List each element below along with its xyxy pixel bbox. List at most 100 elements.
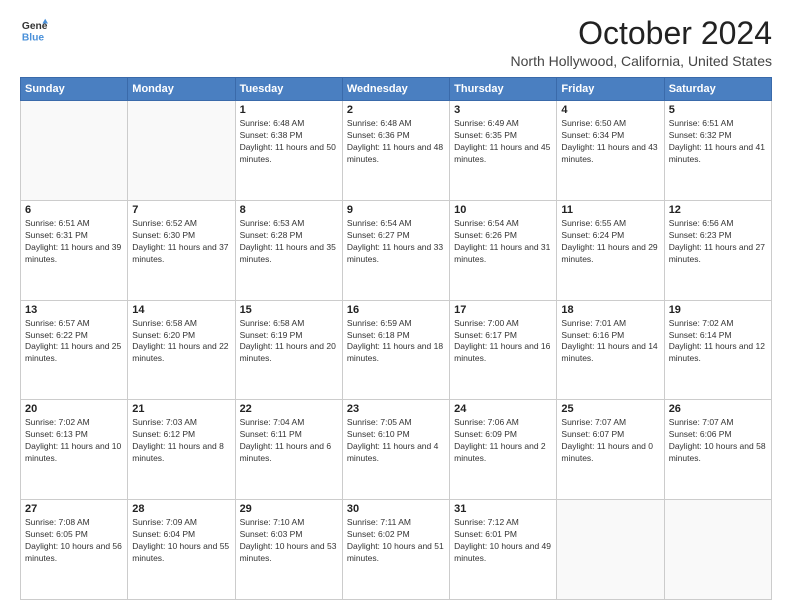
calendar-cell: 16 Sunrise: 6:59 AMSunset: 6:18 PMDayligh…: [342, 300, 449, 400]
week-row-2: 6Sunrise: 6:51 AMSunset: 6:31 PMDaylight…: [21, 200, 772, 300]
calendar-cell: 3Sunrise: 6:49 AMSunset: 6:35 PMDaylight…: [450, 101, 557, 201]
calendar-cell: 28 Sunrise: 7:09 AMSunset: 6:04 PMDayligh…: [128, 500, 235, 600]
calendar-cell: 4Sunrise: 6:50 AMSunset: 6:34 PMDaylight…: [557, 101, 664, 201]
day-number: 22: [240, 403, 338, 415]
day-number: 16: [347, 304, 445, 316]
calendar-cell: [557, 500, 664, 600]
calendar-cell: 15 Sunrise: 6:58 AMSunset: 6:19 PMDayligh…: [235, 300, 342, 400]
logo: General Blue: [20, 16, 48, 44]
page: General Blue October 2024 North Hollywoo…: [0, 0, 792, 612]
day-number: 21: [132, 403, 230, 415]
day-info: Sunrise: 6:48 AMSunset: 6:38 PMDaylight:…: [240, 118, 338, 166]
day-number: 9: [347, 204, 445, 216]
calendar-cell: 21 Sunrise: 7:03 AMSunset: 6:12 PMDayligh…: [128, 400, 235, 500]
calendar-cell: 9 Sunrise: 6:54 AMSunset: 6:27 PMDaylight…: [342, 200, 449, 300]
calendar-cell: 10Sunrise: 6:54 AMSunset: 6:26 PMDayligh…: [450, 200, 557, 300]
calendar-cell: [664, 500, 771, 600]
day-info: Sunrise: 6:53 AMSunset: 6:28 PMDaylight:…: [240, 218, 338, 266]
calendar-cell: 23 Sunrise: 7:05 AMSunset: 6:10 PMDayligh…: [342, 400, 449, 500]
calendar-cell: 12 Sunrise: 6:56 AMSunset: 6:23 PMDayligh…: [664, 200, 771, 300]
day-number: 18: [561, 304, 659, 316]
day-info: Sunrise: 7:03 AMSunset: 6:12 PMDaylight:…: [132, 417, 230, 465]
calendar-cell: 24Sunrise: 7:06 AMSunset: 6:09 PMDayligh…: [450, 400, 557, 500]
calendar-cell: [21, 101, 128, 201]
calendar-cell: 6Sunrise: 6:51 AMSunset: 6:31 PMDaylight…: [21, 200, 128, 300]
subtitle: North Hollywood, California, United Stat…: [511, 53, 772, 69]
day-header-monday: Monday: [128, 78, 235, 101]
day-header-wednesday: Wednesday: [342, 78, 449, 101]
day-info: Sunrise: 7:12 AMSunset: 6:01 PMDaylight:…: [454, 517, 552, 565]
day-number: 4: [561, 104, 659, 116]
header: General Blue October 2024 North Hollywoo…: [20, 16, 772, 69]
day-info: Sunrise: 6:48 AMSunset: 6:36 PMDaylight:…: [347, 118, 445, 166]
calendar-cell: 13Sunrise: 6:57 AMSunset: 6:22 PMDayligh…: [21, 300, 128, 400]
day-number: 15: [240, 304, 338, 316]
day-info: Sunrise: 7:10 AMSunset: 6:03 PMDaylight:…: [240, 517, 338, 565]
day-number: 19: [669, 304, 767, 316]
day-number: 30: [347, 503, 445, 515]
calendar-cell: 31 Sunrise: 7:12 AMSunset: 6:01 PMDayligh…: [450, 500, 557, 600]
calendar-cell: 2 Sunrise: 6:48 AMSunset: 6:36 PMDaylight…: [342, 101, 449, 201]
day-info: Sunrise: 7:09 AMSunset: 6:04 PMDaylight:…: [132, 517, 230, 565]
day-info: Sunrise: 7:04 AMSunset: 6:11 PMDaylight:…: [240, 417, 338, 465]
day-info: Sunrise: 6:51 AMSunset: 6:32 PMDaylight:…: [669, 118, 767, 166]
day-info: Sunrise: 7:06 AMSunset: 6:09 PMDaylight:…: [454, 417, 552, 465]
day-info: Sunrise: 6:55 AMSunset: 6:24 PMDaylight:…: [561, 218, 659, 266]
day-number: 11: [561, 204, 659, 216]
day-header-sunday: Sunday: [21, 78, 128, 101]
week-row-4: 20Sunrise: 7:02 AMSunset: 6:13 PMDayligh…: [21, 400, 772, 500]
day-number: 1: [240, 104, 338, 116]
calendar-cell: 29 Sunrise: 7:10 AMSunset: 6:03 PMDayligh…: [235, 500, 342, 600]
calendar-cell: 26 Sunrise: 7:07 AMSunset: 6:06 PMDayligh…: [664, 400, 771, 500]
day-info: Sunrise: 6:52 AMSunset: 6:30 PMDaylight:…: [132, 218, 230, 266]
calendar-cell: 18 Sunrise: 7:01 AMSunset: 6:16 PMDayligh…: [557, 300, 664, 400]
day-number: 26: [669, 403, 767, 415]
day-header-tuesday: Tuesday: [235, 78, 342, 101]
day-info: Sunrise: 7:07 AMSunset: 6:06 PMDaylight:…: [669, 417, 767, 465]
day-info: Sunrise: 6:54 AMSunset: 6:26 PMDaylight:…: [454, 218, 552, 266]
calendar-cell: 11 Sunrise: 6:55 AMSunset: 6:24 PMDayligh…: [557, 200, 664, 300]
day-header-saturday: Saturday: [664, 78, 771, 101]
calendar-cell: 8 Sunrise: 6:53 AMSunset: 6:28 PMDaylight…: [235, 200, 342, 300]
day-number: 20: [25, 403, 123, 415]
day-number: 5: [669, 104, 767, 116]
day-number: 17: [454, 304, 552, 316]
day-info: Sunrise: 7:05 AMSunset: 6:10 PMDaylight:…: [347, 417, 445, 465]
day-number: 23: [347, 403, 445, 415]
day-header-friday: Friday: [557, 78, 664, 101]
header-row: SundayMondayTuesdayWednesdayThursdayFrid…: [21, 78, 772, 101]
svg-text:Blue: Blue: [22, 32, 45, 43]
day-number: 31: [454, 503, 552, 515]
day-number: 28: [132, 503, 230, 515]
day-info: Sunrise: 6:51 AMSunset: 6:31 PMDaylight:…: [25, 218, 123, 266]
day-number: 14: [132, 304, 230, 316]
day-info: Sunrise: 6:56 AMSunset: 6:23 PMDaylight:…: [669, 218, 767, 266]
day-info: Sunrise: 7:01 AMSunset: 6:16 PMDaylight:…: [561, 318, 659, 366]
day-info: Sunrise: 7:07 AMSunset: 6:07 PMDaylight:…: [561, 417, 659, 465]
calendar-cell: 22 Sunrise: 7:04 AMSunset: 6:11 PMDayligh…: [235, 400, 342, 500]
day-info: Sunrise: 6:57 AMSunset: 6:22 PMDaylight:…: [25, 318, 123, 366]
day-number: 7: [132, 204, 230, 216]
day-number: 8: [240, 204, 338, 216]
day-header-thursday: Thursday: [450, 78, 557, 101]
day-number: 29: [240, 503, 338, 515]
day-info: Sunrise: 7:11 AMSunset: 6:02 PMDaylight:…: [347, 517, 445, 565]
calendar-cell: 5 Sunrise: 6:51 AMSunset: 6:32 PMDaylight…: [664, 101, 771, 201]
day-info: Sunrise: 6:49 AMSunset: 6:35 PMDaylight:…: [454, 118, 552, 166]
calendar-cell: 14 Sunrise: 6:58 AMSunset: 6:20 PMDayligh…: [128, 300, 235, 400]
calendar-cell: 25Sunrise: 7:07 AMSunset: 6:07 PMDayligh…: [557, 400, 664, 500]
day-info: Sunrise: 7:00 AMSunset: 6:17 PMDaylight:…: [454, 318, 552, 366]
day-info: Sunrise: 6:58 AMSunset: 6:20 PMDaylight:…: [132, 318, 230, 366]
day-number: 2: [347, 104, 445, 116]
day-number: 12: [669, 204, 767, 216]
day-info: Sunrise: 6:54 AMSunset: 6:27 PMDaylight:…: [347, 218, 445, 266]
logo-icon: General Blue: [20, 16, 48, 44]
calendar-table: SundayMondayTuesdayWednesdayThursdayFrid…: [20, 77, 772, 600]
title-area: October 2024 North Hollywood, California…: [511, 16, 772, 69]
main-title: October 2024: [511, 16, 772, 51]
day-number: 27: [25, 503, 123, 515]
week-row-3: 13Sunrise: 6:57 AMSunset: 6:22 PMDayligh…: [21, 300, 772, 400]
day-info: Sunrise: 6:58 AMSunset: 6:19 PMDaylight:…: [240, 318, 338, 366]
calendar-cell: 27Sunrise: 7:08 AMSunset: 6:05 PMDayligh…: [21, 500, 128, 600]
day-info: Sunrise: 6:59 AMSunset: 6:18 PMDaylight:…: [347, 318, 445, 366]
